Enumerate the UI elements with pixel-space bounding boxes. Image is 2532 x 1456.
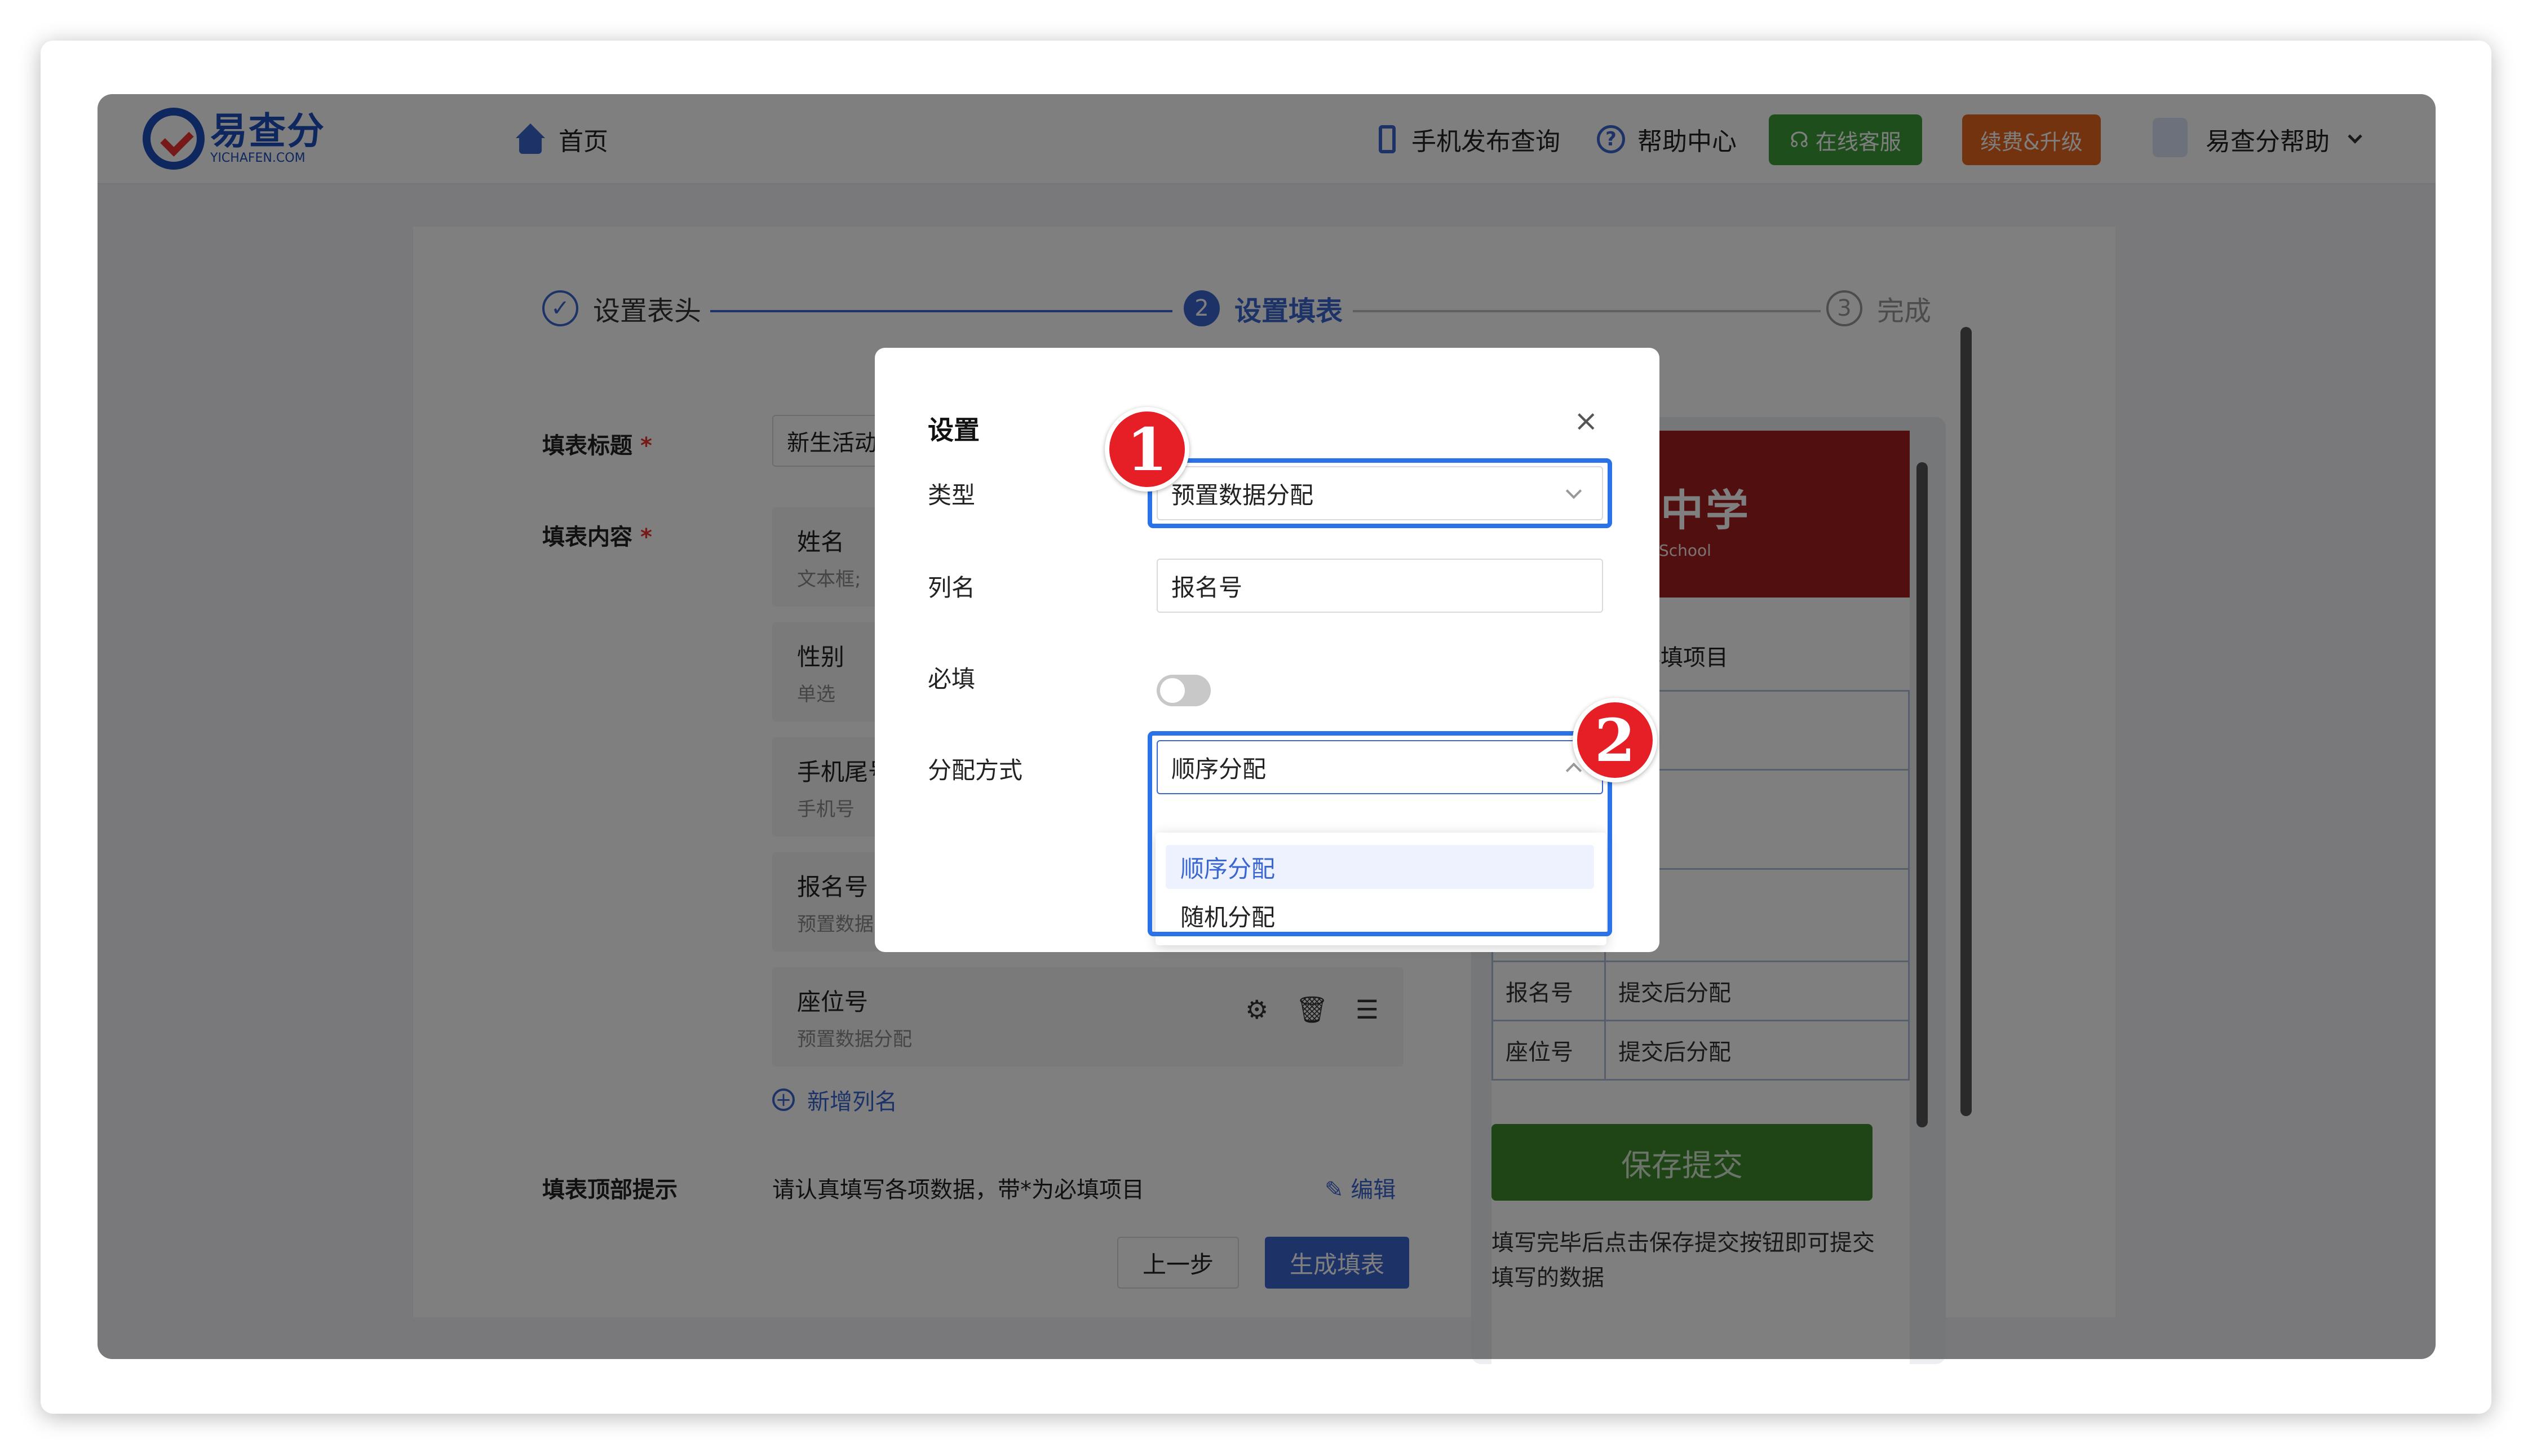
highlight-box-1 (1148, 458, 1612, 528)
allocation-label: 分配方式 (928, 756, 1023, 784)
dialog-title: 设置 (928, 415, 980, 445)
required-toggle[interactable] (1157, 675, 1211, 706)
column-name-input[interactable]: 报名号 (1157, 559, 1603, 613)
type-label: 类型 (928, 481, 976, 509)
required-label: 必填 (928, 665, 976, 693)
callout-badge-2: 2 (1573, 698, 1657, 782)
column-name-label: 列名 (928, 574, 976, 601)
callout-badge-1: 1 (1105, 407, 1189, 492)
close-icon[interactable]: × (1574, 404, 1599, 438)
highlight-box-2 (1148, 731, 1612, 936)
settings-dialog: 设置 × 类型 预置数据分配 列名 报名号 必填 分配方式 顺序分配 顺序分配 … (875, 348, 1659, 952)
